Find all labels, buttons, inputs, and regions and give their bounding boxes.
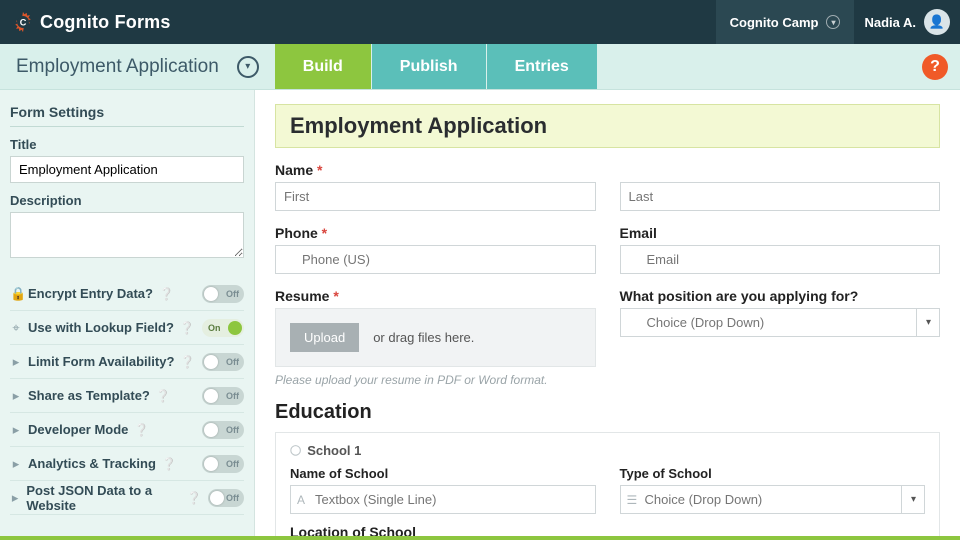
user-menu[interactable]: Nadia A. 👤 [854, 9, 960, 35]
help-icon[interactable]: ❔ [134, 423, 149, 437]
upload-hint: or drag files here. [373, 330, 474, 345]
sidebar: Form Settings Title Description 🔒 Encrypt… [0, 90, 255, 540]
row-icon: ▸ [10, 422, 22, 438]
help-icon[interactable]: ❔ [180, 355, 195, 369]
footer-accent [0, 536, 960, 540]
row-label: Use with Lookup Field? [28, 320, 174, 335]
resume-help: Please upload your resume in PDF or Word… [275, 373, 596, 387]
education-heading: Education [275, 401, 940, 424]
school-name-input[interactable] [290, 485, 596, 514]
email-input[interactable] [620, 245, 941, 274]
sidebar-heading: Form Settings [10, 100, 244, 127]
last-name-input[interactable] [620, 182, 941, 211]
form-name-label: Employment Application [16, 56, 219, 78]
email-label: Email [620, 225, 941, 241]
row-label: Analytics & Tracking [28, 456, 156, 471]
row-icon: ▸ [10, 354, 22, 370]
sidebar-setting-row[interactable]: ▸ Limit Form Availability? ❔ Off [10, 345, 244, 379]
form-canvas: Employment Application Name * Phone * 📞 … [255, 90, 960, 540]
gear-icon: C [12, 11, 34, 33]
position-label: What position are you applying for? [620, 288, 941, 304]
row-label: Encrypt Entry Data? [28, 286, 153, 301]
help-icon[interactable]: ❔ [156, 389, 171, 403]
sidebar-setting-row[interactable]: ▸ Analytics & Tracking ❔ Off [10, 447, 244, 481]
description-input[interactable] [10, 212, 244, 258]
school-type-label: Type of School [620, 466, 926, 481]
row-icon: ▸ [10, 388, 22, 404]
sidebar-setting-row[interactable]: 🔒 Encrypt Entry Data? ❔ Off [10, 277, 244, 311]
toggle[interactable]: Off [202, 455, 244, 473]
first-name-input[interactable] [275, 182, 596, 211]
school-type-select[interactable] [620, 485, 926, 514]
help-icon[interactable]: ❔ [162, 457, 177, 471]
sidebar-setting-row[interactable]: ▸ Share as Template? ❔ Off [10, 379, 244, 413]
bullet-icon: ◯ [290, 445, 301, 456]
title-input[interactable] [10, 156, 244, 183]
sidebar-setting-row[interactable]: ⌖ Use with Lookup Field? ❔ On [10, 311, 244, 345]
upload-button[interactable]: Upload [290, 323, 359, 352]
school-name-label: Name of School [290, 466, 596, 481]
help-icon[interactable]: ❔ [180, 321, 195, 335]
form-switcher[interactable]: Employment Application ▾ [0, 44, 275, 89]
sub-bar: Employment Application ▾ Build Publish E… [0, 44, 960, 90]
tab-build[interactable]: Build [275, 44, 371, 89]
brand-name: Cognito Forms [40, 12, 171, 33]
help-button[interactable]: ? [922, 54, 948, 80]
name-label: Name [275, 162, 313, 178]
avatar: 👤 [924, 9, 950, 35]
list-icon: ☰ [627, 493, 638, 507]
sidebar-setting-row[interactable]: ▸ Developer Mode ❔ Off [10, 413, 244, 447]
position-select[interactable] [620, 308, 941, 337]
toggle[interactable]: Off [202, 387, 244, 405]
resume-label: Resume [275, 288, 329, 304]
row-icon: 🔒 [10, 286, 22, 302]
svg-text:C: C [20, 18, 27, 28]
required-mark: * [317, 162, 322, 178]
chevron-down-icon[interactable]: ▾ [901, 485, 925, 514]
brand-logo[interactable]: C Cognito Forms [12, 11, 171, 33]
toggle[interactable]: Off [202, 421, 244, 439]
row-label: Limit Form Availability? [28, 354, 174, 369]
org-selector[interactable]: Cognito Camp ▾ [716, 0, 855, 44]
toggle[interactable]: Off [208, 489, 244, 507]
toggle[interactable]: Off [202, 285, 244, 303]
form-title: Employment Application [290, 113, 925, 139]
top-bar: C Cognito Forms Cognito Camp ▾ Nadia A. … [0, 0, 960, 44]
toggle[interactable]: Off [202, 353, 244, 371]
phone-label: Phone [275, 225, 318, 241]
row-icon: ▸ [10, 456, 22, 472]
description-label: Description [10, 193, 244, 208]
row-label: Developer Mode [28, 422, 128, 437]
row-icon: ▸ [10, 490, 20, 506]
tab-publish[interactable]: Publish [372, 44, 486, 89]
help-icon[interactable]: ❔ [159, 287, 174, 301]
org-name: Cognito Camp [730, 15, 819, 30]
row-label: Share as Template? [28, 388, 150, 403]
help-icon[interactable]: ❔ [187, 491, 202, 505]
tab-entries[interactable]: Entries [487, 44, 597, 89]
chevron-down-icon: ▾ [826, 15, 840, 29]
user-name: Nadia A. [864, 15, 916, 30]
title-label: Title [10, 137, 244, 152]
chevron-down-icon: ▾ [237, 56, 259, 78]
phone-input[interactable] [275, 245, 596, 274]
sidebar-setting-row[interactable]: ▸ Post JSON Data to a Website ❔ Off [10, 481, 244, 515]
form-title-block[interactable]: Employment Application [275, 104, 940, 148]
upload-dropzone[interactable]: Upload or drag files here. [275, 308, 596, 367]
toggle[interactable]: On [202, 319, 244, 337]
repeating-section[interactable]: ◯ School 1 Name of School A Type of Schoo… [275, 432, 940, 540]
chevron-down-icon[interactable]: ▾ [916, 308, 940, 337]
row-icon: ⌖ [10, 320, 22, 336]
row-label: Post JSON Data to a Website [26, 483, 180, 513]
text-icon: A [297, 493, 305, 507]
repeat-item-label: School 1 [307, 443, 361, 458]
